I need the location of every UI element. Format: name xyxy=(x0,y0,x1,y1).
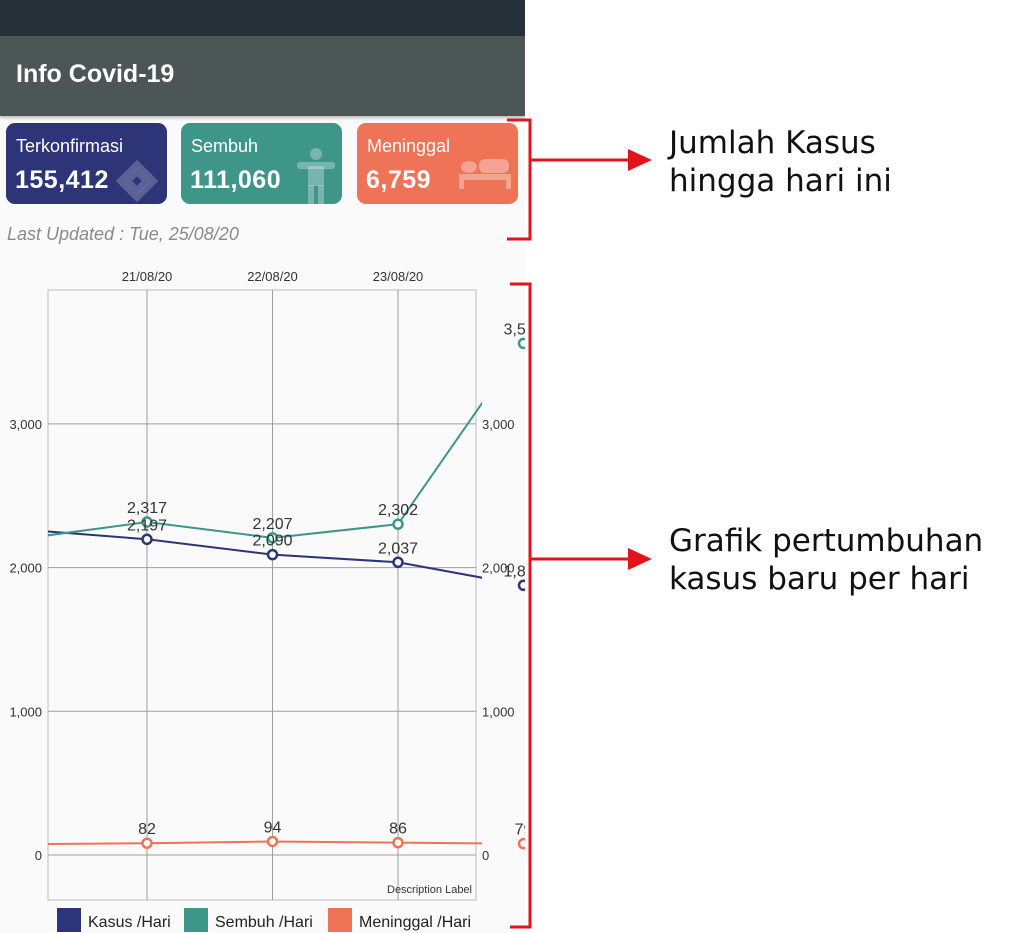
summary-bracket xyxy=(507,118,532,241)
summary-annotation: Jumlah Kasus hingga hari ini xyxy=(669,124,892,200)
summary-arrow-icon xyxy=(628,149,652,171)
chart-annotation-line1: Grafik pertumbuhan xyxy=(669,523,984,559)
chart-arrow-icon xyxy=(628,548,652,570)
chart-annotation-line2: kasus baru per hari xyxy=(669,561,970,597)
chart-bracket xyxy=(510,282,532,929)
summary-annotation-line2: hingga hari ini xyxy=(669,163,892,199)
summary-annotation-line1: Jumlah Kasus xyxy=(669,125,876,161)
chart-annotation: Grafik pertumbuhan kasus baru per hari xyxy=(669,522,983,598)
